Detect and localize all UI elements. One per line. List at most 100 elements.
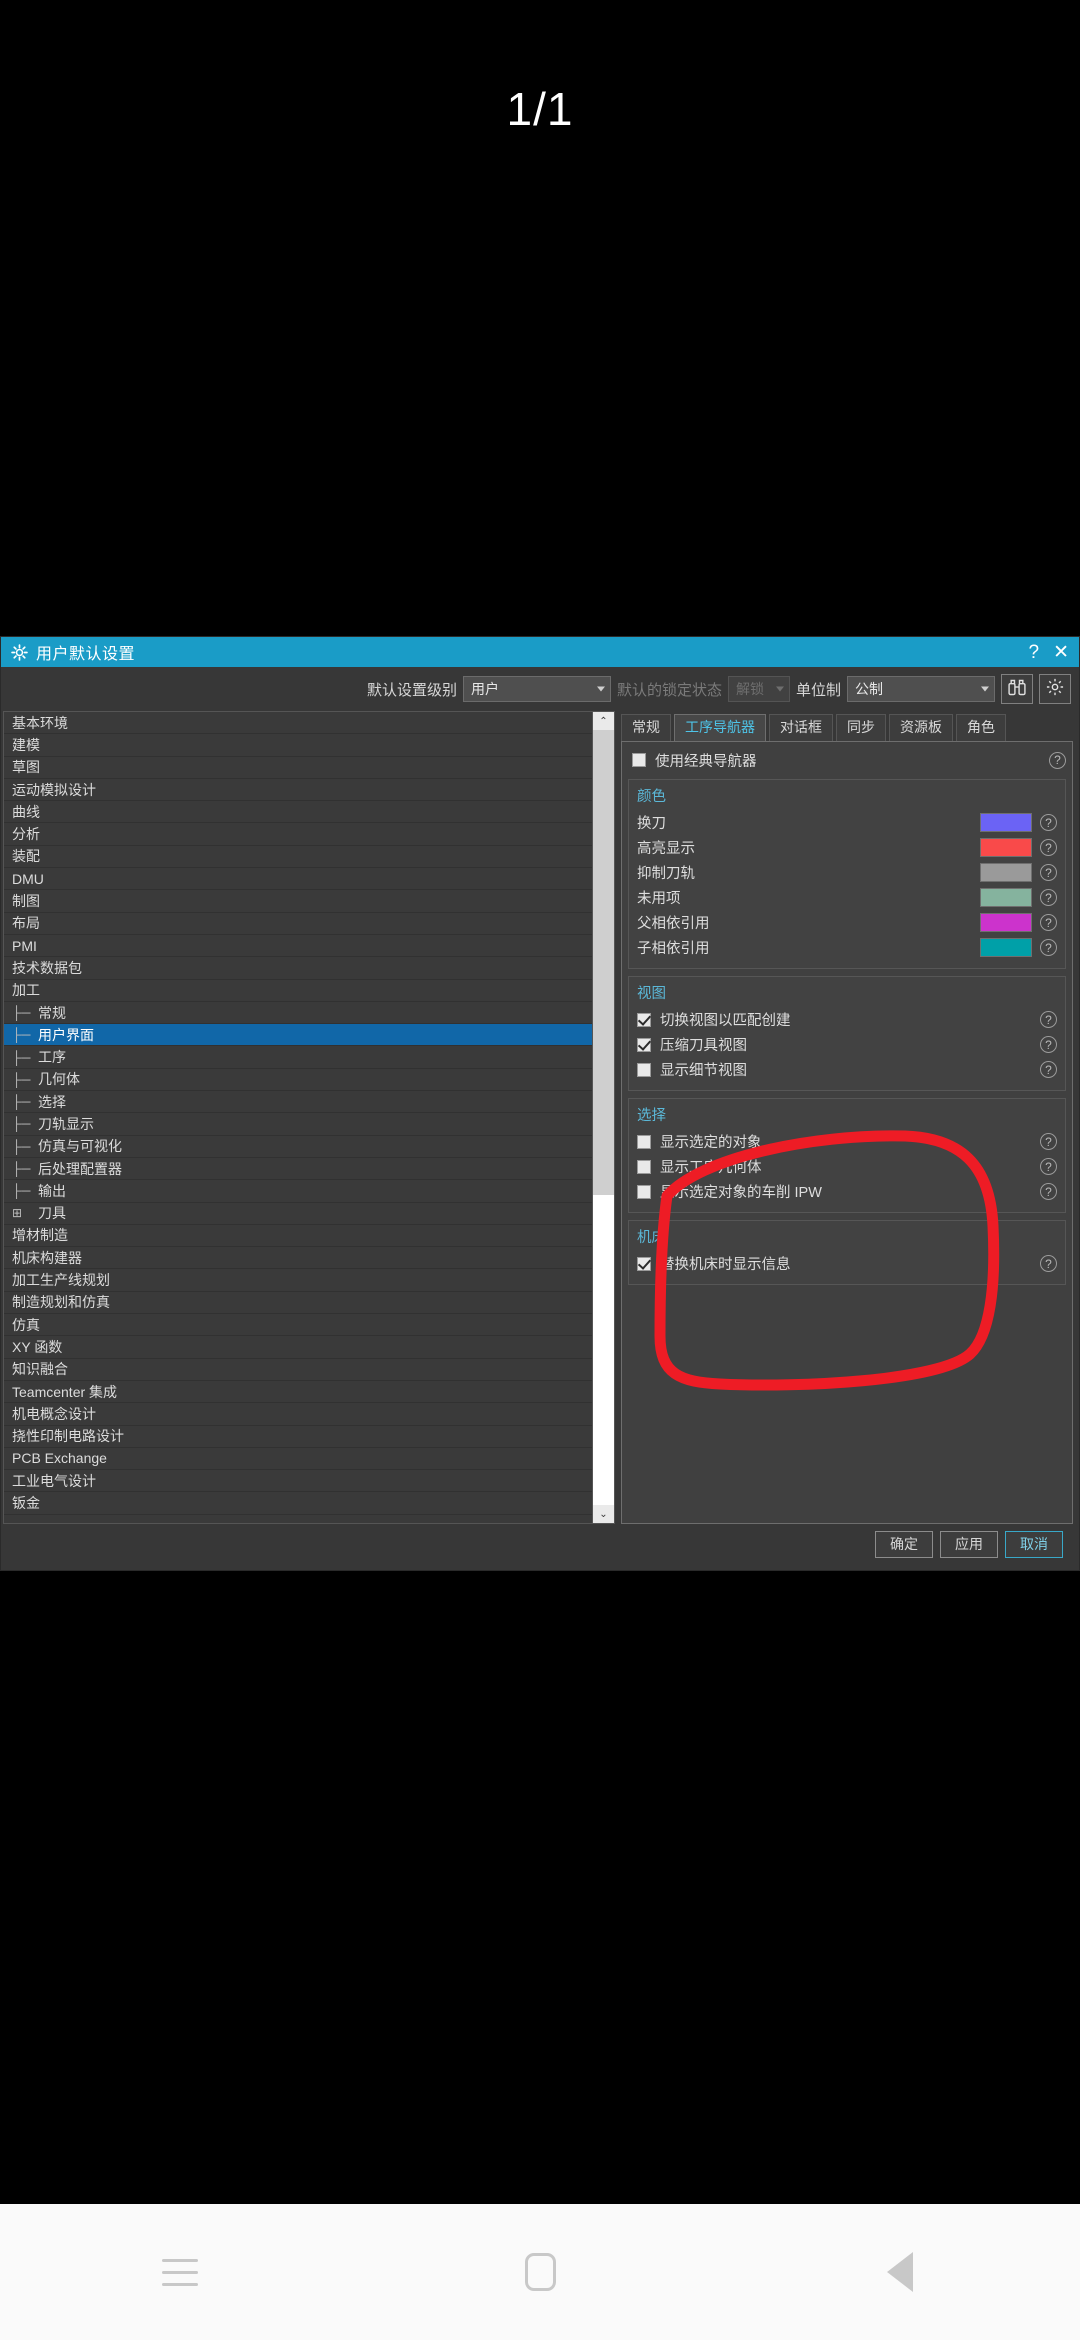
settings-button[interactable] (1039, 674, 1071, 704)
default-level-label: 默认设置级别 (366, 681, 457, 699)
cancel-button[interactable]: 取消 (1005, 1530, 1063, 1558)
help-icon[interactable]: ? (1040, 839, 1057, 856)
tree-item[interactable]: 布局 (4, 913, 592, 935)
default-level-value: 用户 (470, 681, 499, 697)
tree-item[interactable]: ├─ 选择 (4, 1091, 592, 1114)
tree-item[interactable]: 曲线 (4, 801, 592, 824)
tree-item[interactable]: 钣金 (4, 1492, 592, 1515)
tree-item[interactable]: 技术数据包 (4, 957, 592, 980)
scroll-down-button[interactable]: ⌄ (593, 1505, 614, 1523)
tab-5[interactable]: 角色 (956, 714, 1006, 741)
tree-item[interactable]: ⊞ 刀具 (4, 1203, 592, 1225)
tree-item[interactable]: 工业电气设计 (4, 1470, 592, 1493)
settings-tree[interactable]: 基本环境 建模 草图 运动模拟设计 曲线 分析 装配 DMU 制图 布局 PMI 技术数据包 加工 ├─ 常… (4, 712, 592, 1523)
tree-item[interactable]: ├─ 工序 (4, 1046, 592, 1069)
tree-item[interactable]: 加工生产线规划 (4, 1269, 592, 1292)
tab-strip[interactable]: 常规 工序导航器 对话框 同步 资源板 角色 (621, 711, 1073, 741)
tree-item[interactable]: 草图 (4, 757, 592, 779)
tree-item[interactable]: PCB Exchange (4, 1448, 592, 1471)
checkbox[interactable] (637, 1012, 651, 1027)
close-icon[interactable]: ✕ (1053, 643, 1069, 662)
apply-button[interactable]: 应用 (940, 1530, 998, 1558)
tree-item[interactable]: ├─ 几何体 (4, 1069, 592, 1092)
tree-item[interactable]: ├─ 后处理配置器 (4, 1158, 592, 1181)
tree-item[interactable]: 运动模拟设计 (4, 779, 592, 802)
units-select[interactable]: 公制 (847, 676, 995, 702)
tab-1[interactable]: 工序导航器 (674, 714, 766, 741)
help-icon[interactable]: ? (1040, 814, 1057, 831)
help-icon[interactable]: ? (1040, 914, 1057, 931)
tree-item[interactable]: 制图 (4, 890, 592, 913)
tree-scrollbar[interactable]: ⌃ ⌄ (592, 712, 614, 1523)
help-icon[interactable]: ? (1049, 751, 1066, 769)
tree-item[interactable]: 挠性印制电路设计 (4, 1426, 592, 1448)
checkbox[interactable] (637, 1184, 651, 1199)
recents-button[interactable] (120, 2227, 240, 2317)
tab-4[interactable]: 资源板 (889, 714, 953, 741)
help-icon[interactable]: ? (1040, 1133, 1057, 1150)
color-swatch[interactable] (980, 938, 1032, 957)
color-swatch[interactable] (980, 863, 1032, 882)
tree-item[interactable]: ├─ 输出 (4, 1180, 592, 1203)
tree-item[interactable]: 加工 (4, 980, 592, 1002)
tab-3[interactable]: 同步 (836, 714, 886, 741)
help-icon[interactable]: ? (1040, 864, 1057, 881)
color-swatch[interactable] (980, 913, 1032, 932)
checkbox[interactable] (637, 1159, 651, 1174)
help-icon[interactable]: ? (1040, 1011, 1057, 1028)
help-icon[interactable]: ? (1029, 643, 1040, 662)
color-swatch[interactable] (980, 813, 1032, 832)
checkbox[interactable] (637, 1256, 651, 1271)
find-button[interactable] (1001, 674, 1033, 704)
classic-navigator-checkbox[interactable] (632, 753, 646, 767)
scroll-up-button[interactable]: ⌃ (593, 712, 614, 730)
tree-item[interactable]: DMU (4, 868, 592, 891)
tree-item[interactable]: XY 函数 (4, 1336, 592, 1359)
tree-item[interactable]: ├─ 用户界面 (4, 1024, 592, 1047)
back-button[interactable] (840, 2227, 960, 2317)
home-button[interactable] (480, 2227, 600, 2317)
tree-item[interactable]: 装配 (4, 846, 592, 869)
tab-2[interactable]: 对话框 (769, 714, 833, 741)
help-icon[interactable]: ? (1040, 939, 1057, 956)
tree-item[interactable]: 机床构建器 (4, 1247, 592, 1270)
help-icon[interactable]: ? (1040, 1036, 1057, 1053)
help-icon[interactable]: ? (1040, 1061, 1057, 1078)
checkbox[interactable] (637, 1062, 651, 1077)
expand-icon[interactable]: ⊞ (12, 1206, 38, 1220)
tree-item[interactable]: ├─ 刀轨显示 (4, 1113, 592, 1136)
default-level-select[interactable]: 用户 (462, 676, 611, 702)
settings-tree-panel: 基本环境 建模 草图 运动模拟设计 曲线 分析 装配 DMU 制图 布局 PMI 技术数据包 加工 ├─ 常… (3, 711, 615, 1524)
tree-item[interactable]: 建模 (4, 734, 592, 757)
tree-item[interactable]: PMI (4, 935, 592, 958)
tree-item[interactable]: 分析 (4, 823, 592, 846)
selection-option-row: 显示选定的对象? (637, 1129, 1057, 1154)
help-icon[interactable]: ? (1040, 1183, 1057, 1200)
ok-button[interactable]: 确定 (875, 1530, 933, 1558)
tree-item[interactable]: 基本环境 (4, 712, 592, 735)
back-icon (887, 2252, 913, 2292)
help-icon[interactable]: ? (1040, 889, 1057, 906)
color-swatch[interactable] (980, 838, 1032, 857)
tree-item-label: 刀轨显示 (38, 1115, 94, 1132)
help-icon[interactable]: ? (1040, 1255, 1057, 1272)
tree-item-label: 工业电气设计 (12, 1472, 96, 1489)
checkbox[interactable] (637, 1037, 651, 1052)
tree-item[interactable]: Teamcenter 集成 (4, 1381, 592, 1404)
tree-item[interactable]: ├─ 常规 (4, 1002, 592, 1025)
tree-item[interactable]: 仿真 (4, 1314, 592, 1337)
color-swatch[interactable] (980, 888, 1032, 907)
tree-item[interactable]: ├─ 仿真与可视化 (4, 1136, 592, 1158)
scrollbar-track[interactable] (593, 730, 614, 1505)
tree-item[interactable]: 制造规划和仿真 (4, 1292, 592, 1315)
lock-state-label: 默认的锁定状态 (616, 681, 722, 699)
checkbox[interactable] (637, 1134, 651, 1149)
tree-item[interactable]: 增材制造 (4, 1225, 592, 1248)
tree-item-label: 增材制造 (12, 1227, 68, 1244)
tree-branch-icon: ├─ (12, 1138, 31, 1154)
scrollbar-thumb[interactable] (593, 730, 614, 1195)
tab-0[interactable]: 常规 (621, 714, 671, 741)
tree-item[interactable]: 知识融合 (4, 1359, 592, 1381)
help-icon[interactable]: ? (1040, 1158, 1057, 1175)
tree-item[interactable]: 机电概念设计 (4, 1403, 592, 1426)
